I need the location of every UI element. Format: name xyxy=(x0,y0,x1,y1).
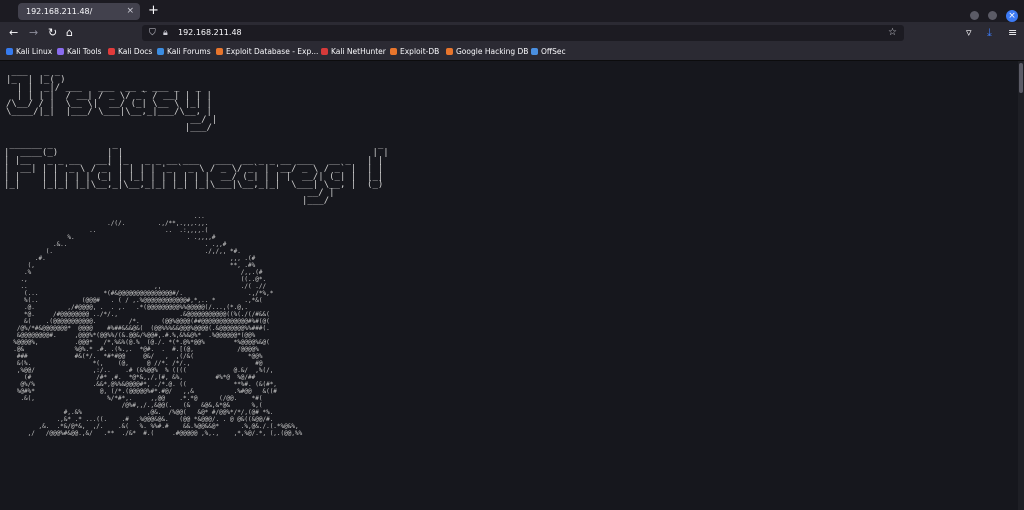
bookmark-item[interactable]: OffSec xyxy=(531,46,566,58)
forward-arrow-icon[interactable]: → xyxy=(29,25,38,41)
tab-close-icon[interactable]: × xyxy=(126,3,134,20)
ascii-banner-subtitle: ______ _ _ _ | ____(_) | | | | | |__ _ _… xyxy=(4,140,389,206)
bookmark-item[interactable]: Kali Tools xyxy=(57,46,101,58)
window-close-button[interactable]: × xyxy=(1006,9,1018,22)
ghdb-icon xyxy=(446,48,453,55)
navigation-toolbar: ← → ↻ ⌂ ⛉ 🔒︎ 192.168.211.48 ☆ ▿ ⤓ ≡ xyxy=(0,22,1024,44)
bookmark-label: Kali Docs xyxy=(118,47,153,56)
bookmark-label: Kali Linux xyxy=(16,47,53,56)
bookmarks-toolbar: Kali Linux Kali Tools Kali Docs Kali For… xyxy=(0,44,1024,61)
url-text[interactable]: 192.168.211.48 xyxy=(178,25,242,41)
new-tab-button[interactable]: + xyxy=(148,2,159,19)
bookmark-item[interactable]: Google Hacking DB xyxy=(446,46,528,58)
bookmark-item[interactable]: Exploit-DB xyxy=(390,46,439,58)
bookmark-item[interactable]: Kali NetHunter xyxy=(321,46,386,58)
bookmark-label: OffSec xyxy=(541,47,566,56)
bookmark-item[interactable]: Kali Linux xyxy=(6,46,52,58)
kali-forums-icon xyxy=(157,48,164,55)
bookmark-item[interactable]: Kali Docs xyxy=(108,46,152,58)
shield-icon[interactable]: ⛉ xyxy=(149,25,156,41)
bookmark-label: Exploit Database - Exp... xyxy=(226,47,319,56)
bookmark-item[interactable]: Kali Forums xyxy=(157,46,211,58)
kali-tools-icon xyxy=(57,48,64,55)
bookmark-label: Kali Tools xyxy=(67,47,102,56)
reload-icon[interactable]: ↻ xyxy=(48,25,57,41)
bookmark-label: Exploit-DB xyxy=(400,47,440,56)
page-scrollbar[interactable] xyxy=(1018,61,1024,510)
ascii-banner-title: ___ _ _ |_ | |_( ) | | _|/ ___ ___ __ _ … xyxy=(6,67,218,133)
address-bar[interactable]: ⛉ 🔒︎ 192.168.211.48 ☆ xyxy=(142,25,904,41)
kali-docs-icon xyxy=(108,48,115,55)
nethunter-icon xyxy=(321,48,328,55)
bookmark-item[interactable]: Exploit Database - Exp... xyxy=(216,46,318,58)
insecure-lock-icon[interactable]: 🔒︎ xyxy=(163,25,168,41)
exploit-db-icon xyxy=(216,48,223,55)
back-arrow-icon[interactable]: ← xyxy=(9,25,18,41)
minimize-button[interactable] xyxy=(969,11,979,20)
window-controls: × xyxy=(966,5,1018,22)
download-icon[interactable]: ⤓ xyxy=(987,25,992,41)
bookmark-label: Google Hacking DB xyxy=(456,47,529,56)
scrollbar-thumb[interactable] xyxy=(1019,63,1023,93)
bookmark-label: Kali Forums xyxy=(167,47,211,56)
browser-tab[interactable]: 192.168.211.48/ × xyxy=(18,3,140,20)
kali-icon xyxy=(6,48,13,55)
ascii-art-image: ... ./(/. .,/**,.,,,.,,. .. .. .:,,,,.( … xyxy=(13,213,303,437)
bookmark-star-icon[interactable]: ☆ xyxy=(888,25,897,41)
exploit-db-icon xyxy=(390,48,397,55)
tab-title: 192.168.211.48/ xyxy=(26,7,93,16)
page-content: ___ _ _ |_ | |_( ) | | _|/ ___ ___ __ _ … xyxy=(0,61,1024,510)
pocket-icon[interactable]: ▿ xyxy=(966,25,972,41)
offsec-icon xyxy=(531,48,538,55)
bookmark-label: Kali NetHunter xyxy=(331,47,386,56)
tab-strip: 192.168.211.48/ × + × xyxy=(0,0,1024,22)
maximize-button[interactable] xyxy=(987,11,997,20)
menu-icon[interactable]: ≡ xyxy=(1008,25,1017,41)
home-icon[interactable]: ⌂ xyxy=(66,25,73,41)
